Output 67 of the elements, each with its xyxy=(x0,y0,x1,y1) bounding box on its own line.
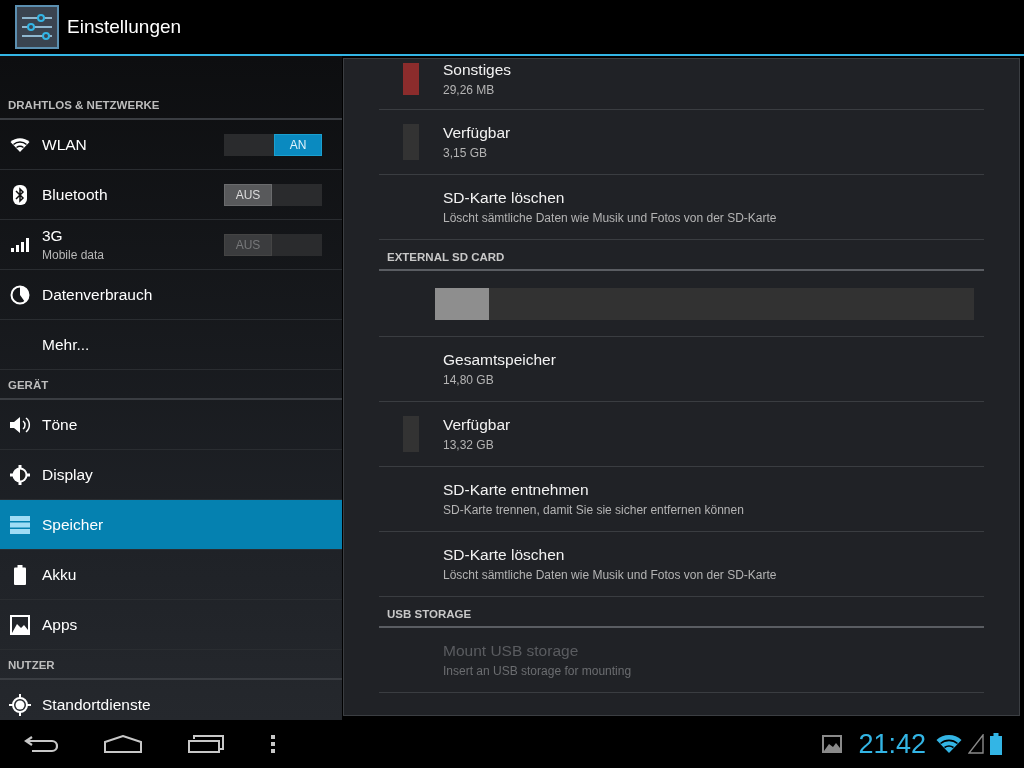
row-value: 29,26 MB xyxy=(443,83,496,97)
item-label: Display xyxy=(42,465,94,484)
item-label: Apps xyxy=(42,615,79,634)
menu-icon[interactable] xyxy=(270,735,276,753)
section-header: DRAHTLOS & NETZWERKE xyxy=(8,99,160,111)
preference-row[interactable]: SD-Karte löschen Löscht sämtliche Daten wie Musik und Fotos von der SD-Karte xyxy=(379,532,984,597)
row-title: SD-Karte entnehmen xyxy=(443,481,590,499)
section-header: USB STORAGE xyxy=(387,608,472,620)
item-label: 3G xyxy=(42,227,64,245)
sidebar-item[interactable]: Apps xyxy=(0,600,342,650)
row-value: 13,32 GB xyxy=(443,438,495,452)
sidebar-item[interactable]: Speicher xyxy=(0,500,342,550)
row-title: Verfügbar xyxy=(443,124,511,142)
location-icon xyxy=(9,693,31,716)
row-title: Mount USB storage xyxy=(443,642,580,660)
item-label: Standortdienste xyxy=(42,695,152,714)
speaker-icon xyxy=(9,414,31,435)
preference-row[interactable]: SD-Karte entnehmen SD-Karte trennen, damit Sie sie sicher entfernen können xyxy=(379,467,984,532)
row-title: SD-Karte löschen xyxy=(443,189,566,207)
row-value: 3,15 GB xyxy=(443,146,489,160)
battery-icon xyxy=(14,564,26,585)
row-summary: Insert an USB storage for mounting xyxy=(443,664,632,678)
wifi-icon xyxy=(936,734,962,754)
signal-icon xyxy=(968,734,984,754)
preference-row[interactable]: Gesamtspeicher 14,80 GB xyxy=(379,337,984,402)
row-summary: SD-Karte trennen, damit Sie sie sicher entfernen können xyxy=(443,503,744,517)
storage-icon xyxy=(10,515,30,534)
row-title: Gesamtspeicher xyxy=(443,351,556,369)
item-label: Bluetooth xyxy=(42,185,109,204)
row-summary: Löscht sämtliche Daten wie Musik und Fotos von der SD-Karte xyxy=(443,211,777,225)
battery-icon xyxy=(990,733,1002,755)
section-header: NUTZER xyxy=(8,659,55,671)
section-header: EXTERNAL SD CARD xyxy=(387,251,505,263)
row-title: Sonstiges xyxy=(443,61,512,79)
recent-apps-icon[interactable] xyxy=(188,735,224,753)
row-title: Verfügbar xyxy=(443,416,511,434)
row-title: SD-Karte löschen xyxy=(443,546,566,564)
sidebar-item[interactable]: WLAN AN xyxy=(0,120,342,170)
item-label: Speicher xyxy=(42,515,105,534)
row-summary: 14,80 GB xyxy=(443,373,495,387)
toggle-switch[interactable]: AN xyxy=(224,133,322,156)
preference-row[interactable]: SD-Karte löschen Löscht sämtliche Daten wie Musik und Fotos von der SD-Karte xyxy=(379,175,984,240)
item-label: Datenverbrauch xyxy=(42,285,154,304)
sidebar-item[interactable]: Bluetooth AUS xyxy=(0,170,342,220)
signal-bars-icon xyxy=(11,237,29,252)
item-label: WLAN xyxy=(42,135,88,154)
item-label: Mehr... xyxy=(42,335,91,354)
sidebar-item[interactable]: Datenverbrauch xyxy=(0,270,342,320)
brightness-icon xyxy=(10,464,30,485)
toggle-switch[interactable]: AUS xyxy=(224,183,322,206)
back-icon[interactable] xyxy=(24,735,58,753)
picture-icon xyxy=(10,614,30,635)
app-title: Einstellungen xyxy=(67,16,182,38)
bluetooth-icon xyxy=(13,184,27,205)
picture-notification-icon[interactable] xyxy=(822,735,843,753)
pie-chart-icon xyxy=(10,284,30,305)
home-icon[interactable] xyxy=(104,735,142,753)
sidebar-item[interactable]: Akku xyxy=(0,550,342,600)
section-header: GERÄT xyxy=(8,379,49,391)
row-summary: Löscht sämtliche Daten wie Musik und Fotos von der SD-Karte xyxy=(443,568,777,582)
item-label: Töne xyxy=(42,415,79,434)
item-label: Akku xyxy=(42,565,78,584)
item-subtitle: Mobile data xyxy=(42,248,106,262)
clock-time: 21:42 xyxy=(858,728,926,760)
settings-sliders-icon[interactable] xyxy=(15,5,59,49)
sidebar-item[interactable]: Töne xyxy=(0,400,342,450)
wifi-icon xyxy=(10,136,30,153)
